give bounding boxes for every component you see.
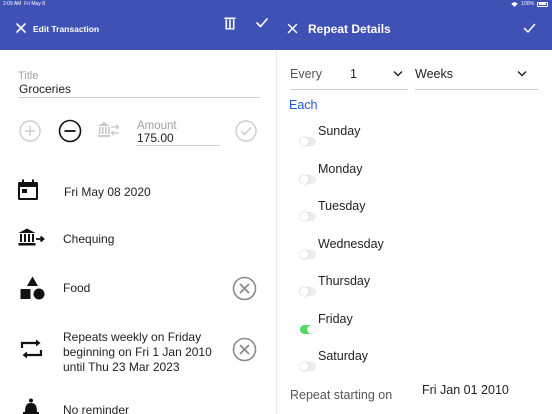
day-row-friday[interactable]: Friday: [277, 312, 552, 342]
day-row-tuesday[interactable]: Tuesday: [277, 199, 552, 229]
status-time-date: 2:09 AM Fri May 8: [3, 0, 45, 8]
status-indicators: 100%: [511, 0, 548, 8]
calendar-icon: [18, 179, 38, 200]
toggle-knob: [300, 250, 309, 259]
day-toggle[interactable]: [300, 325, 316, 334]
battery-icon: [537, 1, 548, 7]
interval-underline: [290, 89, 408, 90]
title-field-label: Title: [18, 70, 39, 82]
unit-select[interactable]: Weeks: [415, 67, 453, 81]
header-title: Repeat Details: [308, 22, 391, 36]
day-label: Sunday: [318, 124, 361, 138]
toggle-knob: [300, 362, 309, 371]
day-row-monday[interactable]: Monday: [277, 162, 552, 192]
day-label: Tuesday: [318, 199, 366, 213]
repeat-start-label: Repeat starting on: [290, 388, 393, 402]
each-label: Each: [289, 98, 318, 112]
repeat-summary-line-3: until Thu 23 Mar 2023: [63, 360, 180, 374]
day-row-thursday[interactable]: Thursday: [277, 274, 552, 304]
day-label: Monday: [318, 162, 363, 176]
category-shapes-icon: [20, 276, 45, 300]
repeat-details-header: Repeat Details: [277, 8, 552, 50]
repeat-start-date[interactable]: Fri Jan 01 2010: [422, 383, 509, 397]
unit-underline: [415, 89, 538, 90]
day-label: Saturday: [318, 349, 369, 363]
every-label: Every: [290, 67, 322, 81]
trash-icon[interactable]: [224, 17, 236, 30]
reminder-setting[interactable]: No reminder: [63, 403, 129, 414]
close-icon[interactable]: [287, 23, 298, 34]
day-row-sunday[interactable]: Sunday: [277, 124, 552, 154]
day-label: Wednesday: [318, 237, 384, 251]
clear-category-icon[interactable]: [232, 276, 257, 301]
amount-input[interactable]: 175.00: [137, 131, 174, 145]
minus-circle-icon[interactable]: [58, 119, 82, 143]
category-name[interactable]: Food: [63, 281, 90, 296]
title-input[interactable]: Groceries: [19, 82, 71, 96]
repeat-summary-line-2: beginning on Fri 1 Jan 2010: [63, 345, 212, 359]
transfer-icon[interactable]: [97, 121, 121, 139]
add-circle-icon[interactable]: [19, 120, 41, 142]
day-label: Thursday: [318, 274, 371, 288]
day-row-wednesday[interactable]: Wednesday: [277, 237, 552, 267]
day-label: Friday: [318, 312, 353, 326]
interval-select[interactable]: 1: [350, 67, 357, 81]
day-toggle[interactable]: [300, 175, 316, 184]
day-toggle[interactable]: [300, 212, 316, 221]
reminder-bell-icon: [23, 398, 39, 414]
toggle-knob: [300, 287, 309, 296]
repeat-summary[interactable]: Repeats weekly on Friday beginning on Fr…: [63, 330, 212, 375]
header-title: Edit Transaction: [33, 24, 100, 34]
edit-transaction-panel: Edit Transaction Title Groceries Amount …: [0, 0, 277, 414]
ipad-screen: Edit Transaction Title Groceries Amount …: [0, 0, 552, 414]
chevron-down-icon[interactable]: [517, 70, 527, 77]
close-icon[interactable]: [15, 22, 27, 34]
toggle-knob: [300, 137, 309, 146]
edit-transaction-header: Edit Transaction: [0, 8, 277, 50]
confirm-check-icon[interactable]: [523, 23, 536, 34]
status-date: Fri May 8: [24, 1, 45, 7]
status-time: 2:09 AM: [3, 1, 22, 7]
battery-percent: 100%: [521, 1, 534, 7]
amount-underline: [136, 145, 220, 146]
account-name[interactable]: Chequing: [63, 232, 114, 247]
status-bar: 2:09 AM Fri May 8 100%: [0, 0, 552, 8]
bank-transfer-icon: [18, 228, 45, 246]
toggle-knob: [307, 325, 316, 334]
toggle-knob: [300, 175, 309, 184]
repeat-icon: [20, 339, 43, 359]
day-toggle[interactable]: [300, 362, 316, 371]
chevron-down-icon[interactable]: [393, 70, 403, 77]
toggle-knob: [300, 212, 309, 221]
wifi-icon: [511, 1, 518, 7]
transaction-date[interactable]: Fri May 08 2020: [64, 185, 151, 200]
day-row-saturday[interactable]: Saturday: [277, 349, 552, 379]
day-toggle[interactable]: [300, 287, 316, 296]
repeat-details-panel: Repeat Details Every 1 Weeks Each Sunday…: [277, 0, 552, 414]
repeat-summary-line-1: Repeats weekly on Friday: [63, 330, 202, 344]
check-circle-icon[interactable]: [235, 120, 257, 142]
day-toggle[interactable]: [300, 137, 316, 146]
clear-repeat-icon[interactable]: [232, 337, 257, 362]
day-toggle[interactable]: [300, 250, 316, 259]
title-underline: [18, 97, 260, 98]
save-check-icon[interactable]: [255, 17, 269, 29]
